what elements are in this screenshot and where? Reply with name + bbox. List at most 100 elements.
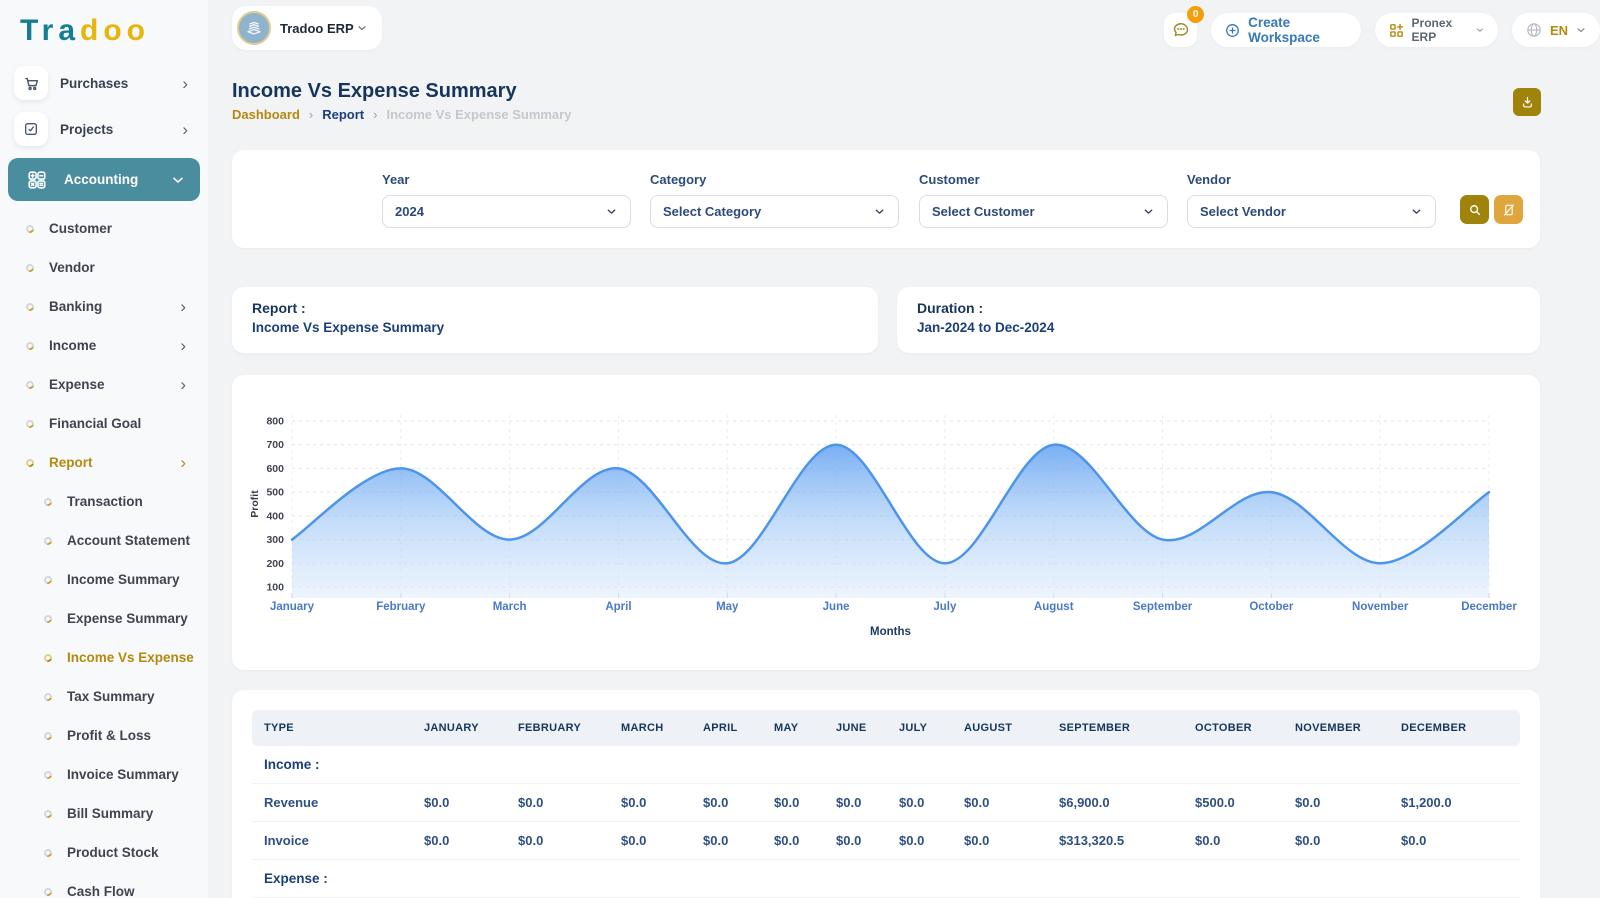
bullet-icon <box>25 418 36 429</box>
sidebar-item-tax-summary[interactable]: Tax Summary <box>0 677 208 716</box>
bullet-icon <box>43 886 54 897</box>
customer-select[interactable]: Select Customer <box>919 195 1168 228</box>
category-select[interactable]: Select Category <box>650 195 899 228</box>
bullet-icon <box>43 730 54 741</box>
sidebar-item-invoice-summary[interactable]: Invoice Summary <box>0 755 208 794</box>
cell-value: $313,320.5 <box>1047 822 1183 860</box>
breadcrumb-report-link[interactable]: Report <box>322 107 364 122</box>
language-selector[interactable]: EN <box>1512 13 1600 47</box>
sidebar-item-income-summary[interactable]: Income Summary <box>0 560 208 599</box>
vendor-select[interactable]: Select Vendor <box>1187 195 1436 228</box>
cell-value: $0.0 <box>506 822 609 860</box>
chevron-down-icon <box>1575 24 1587 36</box>
sidebar-item-customer[interactable]: Customer <box>0 209 208 248</box>
sidebar-item-label: Tax Summary <box>67 689 208 704</box>
sidebar-item-expense[interactable]: Expense› <box>0 365 208 404</box>
breadcrumb: Dashboard › Report › Income Vs Expense S… <box>232 107 571 122</box>
filter-panel: Year 2024 Category Select Category Custo… <box>232 150 1540 248</box>
workspace-name: Tradoo ERP <box>280 21 354 36</box>
breadcrumb-dashboard-link[interactable]: Dashboard <box>232 107 300 122</box>
column-header-november: NOVEMBER <box>1283 710 1389 746</box>
create-workspace-button[interactable]: Create Workspace <box>1211 13 1360 47</box>
breadcrumb-separator: › <box>309 107 313 122</box>
plus-circle-icon <box>1224 22 1241 39</box>
logo-text-teal: Tra <box>20 14 80 47</box>
table-section-row: Expense : <box>252 860 1520 898</box>
cell-value: $0.0 <box>691 822 762 860</box>
sidebar-item-financial-goal[interactable]: Financial Goal <box>0 404 208 443</box>
x-axis-tick: January <box>270 601 315 613</box>
breadcrumb-current: Income Vs Expense Summary <box>386 107 571 122</box>
sidebar-item-projects[interactable]: Projects › <box>0 106 208 152</box>
bullet-icon <box>25 262 36 273</box>
sidebar-item-income[interactable]: Income› <box>0 326 208 365</box>
sidebar-item-product-stock[interactable]: Product Stock <box>0 833 208 872</box>
bullet-icon <box>25 379 36 390</box>
income-vs-expense-area-chart: 800700600500400300200100JanuaryFebruaryM… <box>232 375 1540 670</box>
income-expense-table: TYPEJANUARYFEBRUARYMARCHAPRILMAYJUNEJULY… <box>252 710 1520 898</box>
clear-filter-button[interactable] <box>1494 195 1523 224</box>
sidebar-item-account-statement[interactable]: Account Statement <box>0 521 208 560</box>
x-axis-tick: April <box>605 601 631 613</box>
cell-value: $0.0 <box>1183 822 1283 860</box>
chevron-down-icon <box>605 205 618 218</box>
sidebar-item-vendor[interactable]: Vendor <box>0 248 208 287</box>
duration-label: Duration : <box>917 300 1520 316</box>
download-report-button[interactable] <box>1513 88 1541 116</box>
column-header-july: JULY <box>887 710 952 746</box>
x-axis-tick: August <box>1034 601 1074 613</box>
section-name: Income : <box>252 746 412 784</box>
year-select[interactable]: 2024 <box>382 195 631 228</box>
sidebar-item-cash-flow[interactable]: Cash Flow <box>0 872 208 898</box>
sidebar-item-expense-summary[interactable]: Expense Summary <box>0 599 208 638</box>
year-select-value: 2024 <box>395 204 424 219</box>
sidebar-item-purchases[interactable]: Purchases › <box>0 60 208 106</box>
category-label: Category <box>650 172 706 187</box>
sidebar-item-profit-loss[interactable]: Profit & Loss <box>0 716 208 755</box>
chevron-down-icon <box>873 205 886 218</box>
chevron-right-icon: › <box>180 454 208 471</box>
x-axis-tick: May <box>716 601 739 613</box>
cell-value: $0.0 <box>762 784 824 822</box>
sidebar-item-label: Account Statement <box>67 533 208 548</box>
section-name: Expense : <box>252 860 412 898</box>
cell-value: $0.0 <box>609 822 691 860</box>
cell-value: $0.0 <box>412 822 506 860</box>
chat-button[interactable]: 0 <box>1164 13 1197 47</box>
cell-value: $0.0 <box>1283 822 1389 860</box>
customer-label: Customer <box>919 172 980 187</box>
sidebar-item-label: Vendor <box>49 260 208 275</box>
check-square-icon <box>14 112 48 146</box>
sidebar-item-banking[interactable]: Banking› <box>0 287 208 326</box>
column-header-february: FEBRUARY <box>506 710 609 746</box>
sidebar-item-label: Income Summary <box>67 572 208 587</box>
erp-selector[interactable]: Pronex ERP <box>1375 13 1498 47</box>
sidebar-item-bill-summary[interactable]: Bill Summary <box>0 794 208 833</box>
sidebar-item-label: Invoice Summary <box>67 767 208 782</box>
sidebar-item-report[interactable]: Report› <box>0 443 208 482</box>
chevron-right-icon: › <box>180 337 208 354</box>
sidebar-item-accounting[interactable]: Accounting <box>8 158 200 201</box>
sidebar-item-label: Transaction <box>67 494 208 509</box>
calculator-icon <box>20 163 54 197</box>
y-axis-tick: 600 <box>266 463 284 475</box>
erp-selector-label: Pronex ERP <box>1412 16 1469 44</box>
chevron-right-icon: › <box>182 121 194 138</box>
create-workspace-label: Create Workspace <box>1248 15 1347 45</box>
row-type: Invoice <box>252 822 412 860</box>
cell-value: $6,900.0 <box>1047 784 1183 822</box>
bullet-icon <box>25 223 36 234</box>
column-header-december: DECEMBER <box>1389 710 1520 746</box>
apply-filter-button[interactable] <box>1460 195 1489 224</box>
cart-icon <box>14 66 48 100</box>
sidebar-item-label: Income Vs Expense <box>67 650 208 665</box>
sidebar-item-income-vs-expense[interactable]: Income Vs Expense <box>0 638 208 677</box>
bullet-icon <box>43 847 54 858</box>
workspace-selector[interactable]: Tradoo ERP <box>232 6 382 50</box>
cell-value: $0.0 <box>824 822 887 860</box>
duration-value: Jan-2024 to Dec-2024 <box>917 320 1520 335</box>
x-axis-tick: December <box>1461 601 1517 613</box>
sidebar-item-transaction[interactable]: Transaction <box>0 482 208 521</box>
app-logo[interactable]: Tradoo <box>0 0 208 48</box>
bullet-icon <box>43 496 54 507</box>
